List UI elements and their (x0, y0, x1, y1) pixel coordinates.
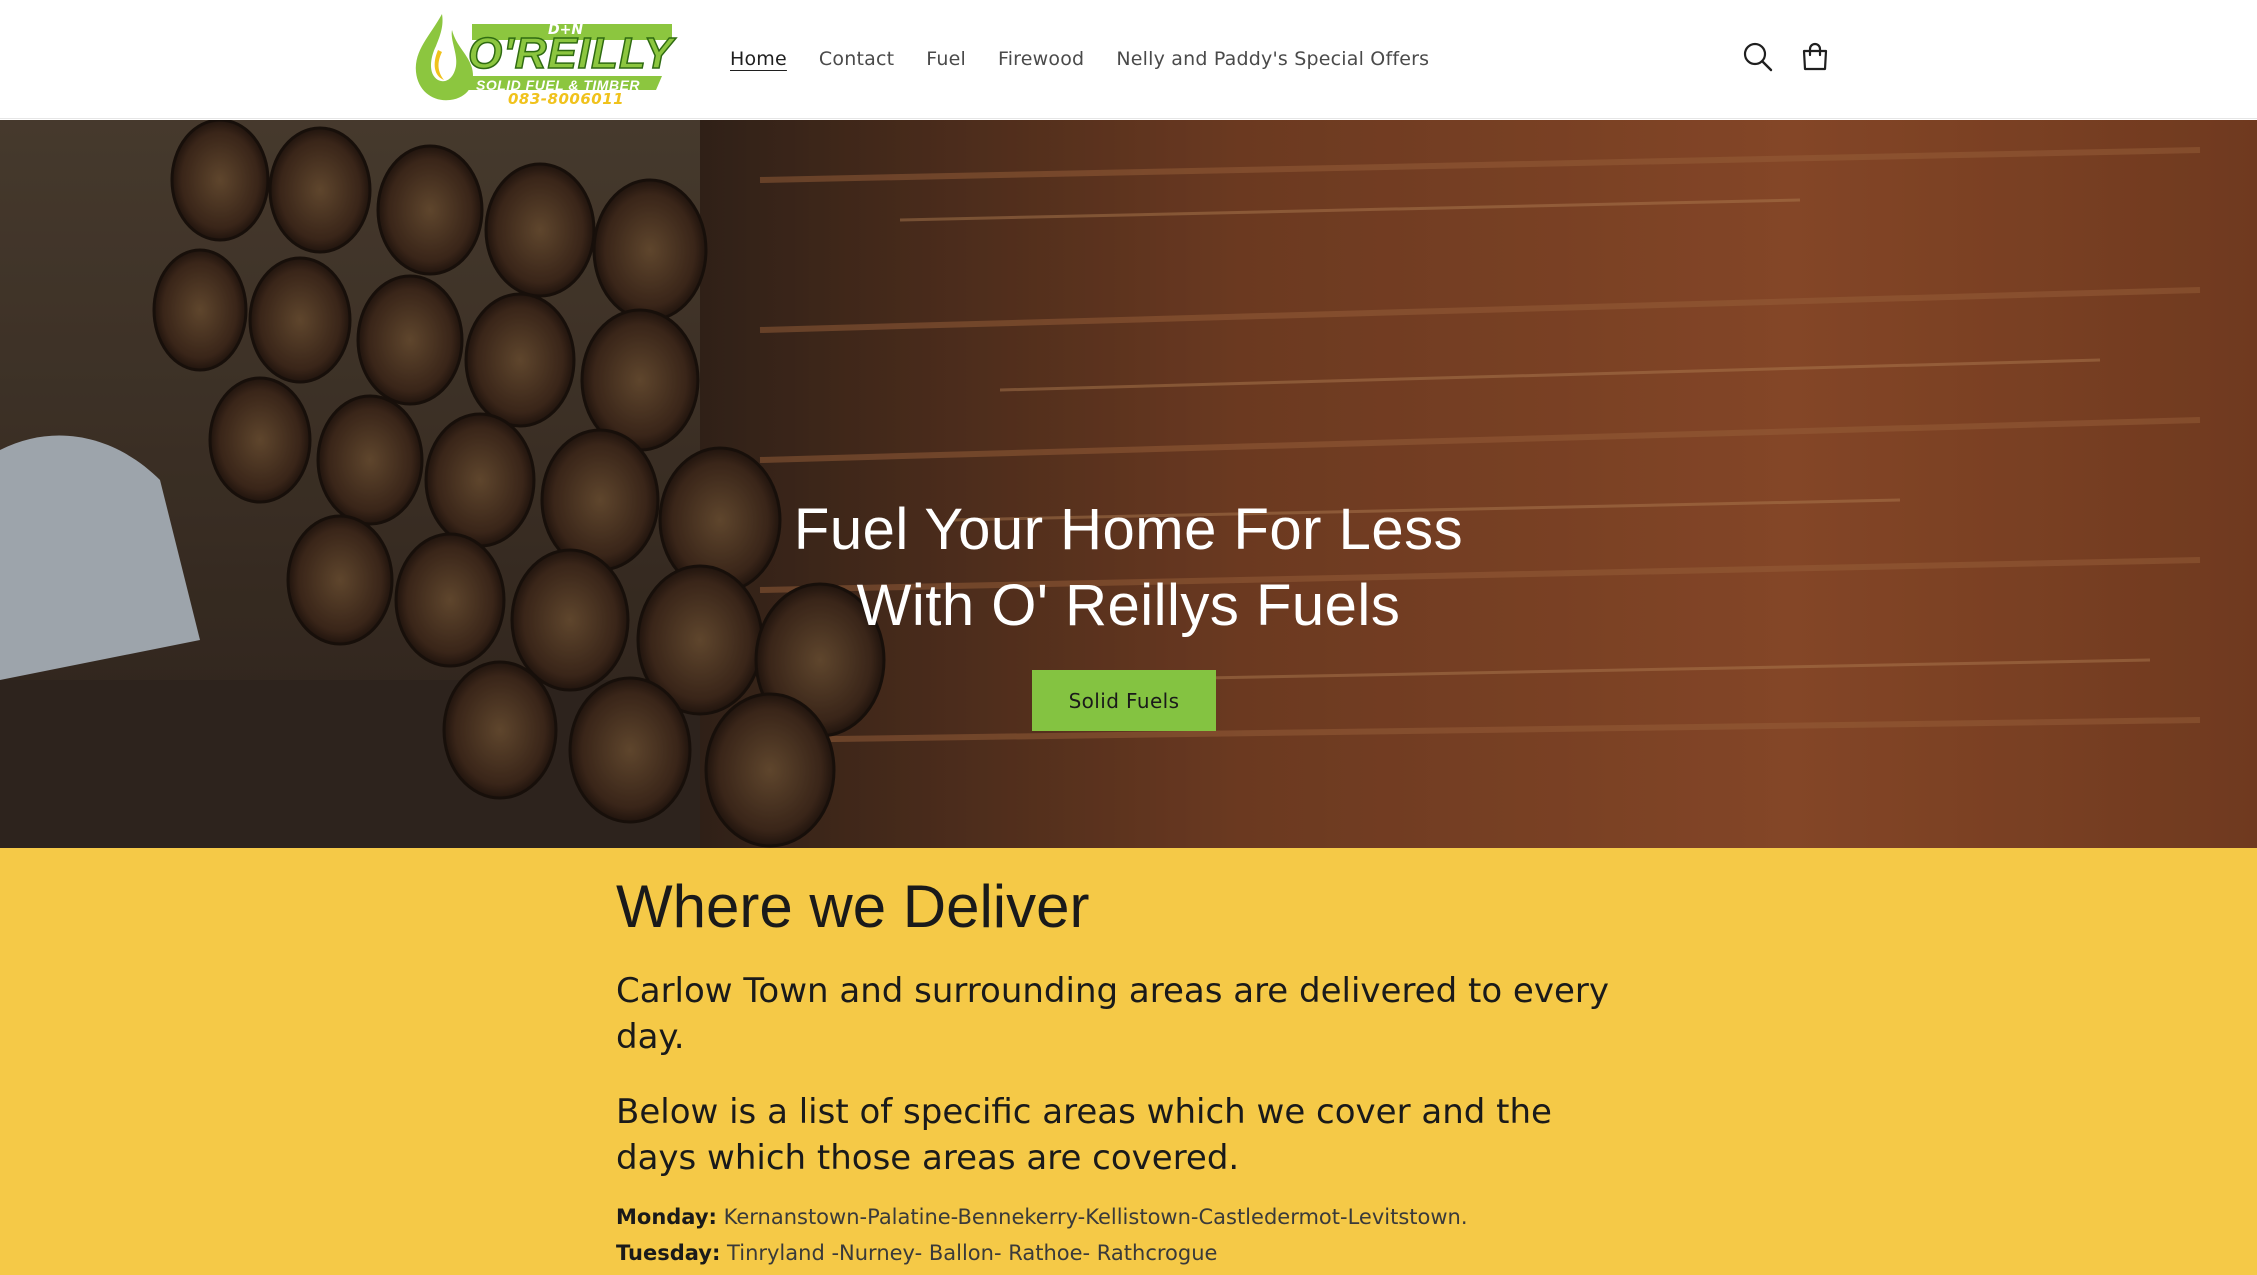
schedule-day: Monday: (616, 1205, 717, 1229)
delivery-list-intro: Below is a list of specific areas which … (616, 1092, 1552, 1178)
delivery-heading: Where we Deliver (616, 873, 1090, 940)
schedule-row-monday: Monday: Kernanstown-Palatine-Bennekerry-… (616, 1205, 1468, 1229)
site-header: D+N O'REILLY SOLID FUEL & TIMBER 083-800… (0, 0, 2257, 119)
hero-title-line-1: Fuel Your Home For Less (793, 497, 1464, 562)
schedule-row-tuesday: Tuesday: Tinryland -Nurney- Ballon- Rath… (616, 1241, 1217, 1265)
logo-brand-name: O'REILLY (467, 29, 674, 78)
hero-log-pile-image (0, 120, 2257, 848)
schedule-areas: Kernanstown-Palatine-Bennekerry-Kellisto… (723, 1205, 1468, 1229)
solid-fuels-button[interactable]: Solid Fuels (1032, 670, 1216, 731)
logo-phone: 083-8006011 (508, 90, 625, 108)
nav-contact[interactable]: Contact (819, 48, 894, 70)
delivery-section: Where we Deliver Carlow Town and surroun… (0, 848, 2257, 1275)
schedule-areas: Tinryland -Nurney- Ballon- Rathoe- Rathc… (727, 1241, 1218, 1265)
delivery-intro: Carlow Town and surrounding areas are de… (616, 971, 1609, 1057)
hero-title-line-2: With O' Reillys Fuels (856, 573, 1401, 638)
search-icon[interactable] (1741, 40, 1775, 74)
cart-icon[interactable] (1798, 40, 1832, 74)
schedule-day: Tuesday: (616, 1241, 721, 1265)
main-nav: Home Contact Fuel Firewood Nelly and Pad… (730, 44, 1461, 74)
nav-special-offers[interactable]: Nelly and Paddy's Special Offers (1116, 48, 1429, 70)
nav-home[interactable]: Home (730, 48, 787, 70)
nav-fuel[interactable]: Fuel (926, 48, 966, 70)
hero-banner: Fuel Your Home For Less With O' Reillys … (0, 120, 2257, 848)
nav-firewood[interactable]: Firewood (998, 48, 1084, 70)
hero-title: Fuel Your Home For Less With O' Reillys … (0, 492, 2257, 644)
